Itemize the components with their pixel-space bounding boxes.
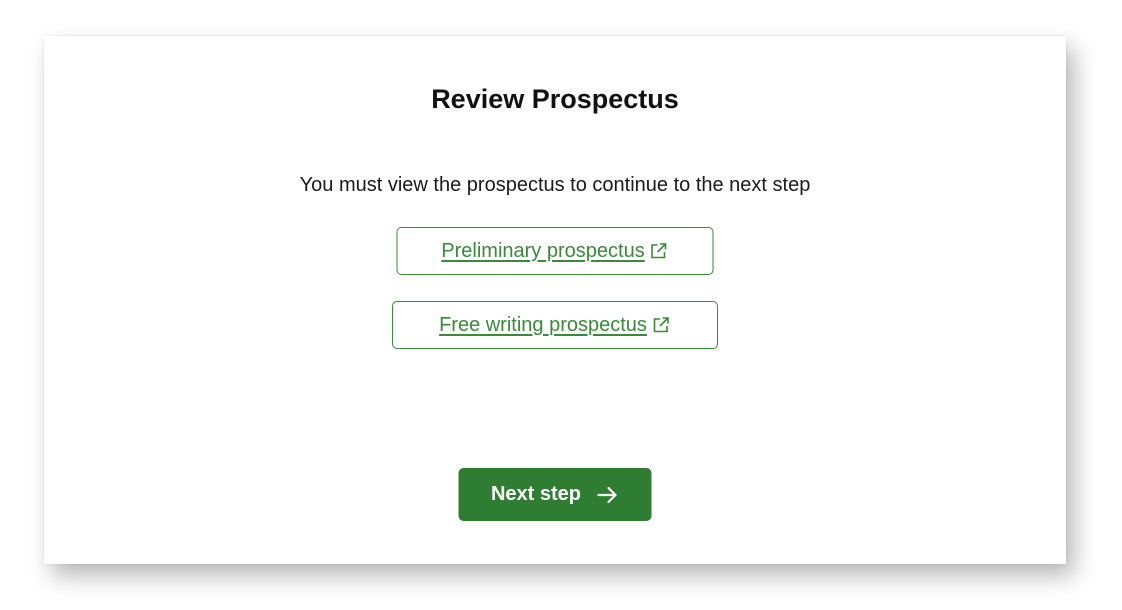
- review-prospectus-dialog: Review Prospectus You must view the pros…: [44, 36, 1066, 564]
- next-step-button[interactable]: Next step: [458, 468, 652, 521]
- free-writing-prospectus-label: Free writing prospectus: [439, 313, 647, 336]
- preliminary-prospectus-link[interactable]: Preliminary prospectus: [396, 227, 714, 275]
- dialog-title: Review Prospectus: [431, 84, 679, 114]
- arrow-right-icon: [596, 486, 617, 503]
- preliminary-prospectus-label: Preliminary prospectus: [441, 239, 645, 262]
- external-link-icon: [653, 317, 669, 333]
- next-step-label: Next step: [490, 483, 582, 505]
- free-writing-prospectus-link[interactable]: Free writing prospectus: [392, 301, 718, 349]
- instruction-text: You must view the prospectus to continue…: [299, 174, 811, 196]
- external-link-icon: [651, 243, 667, 259]
